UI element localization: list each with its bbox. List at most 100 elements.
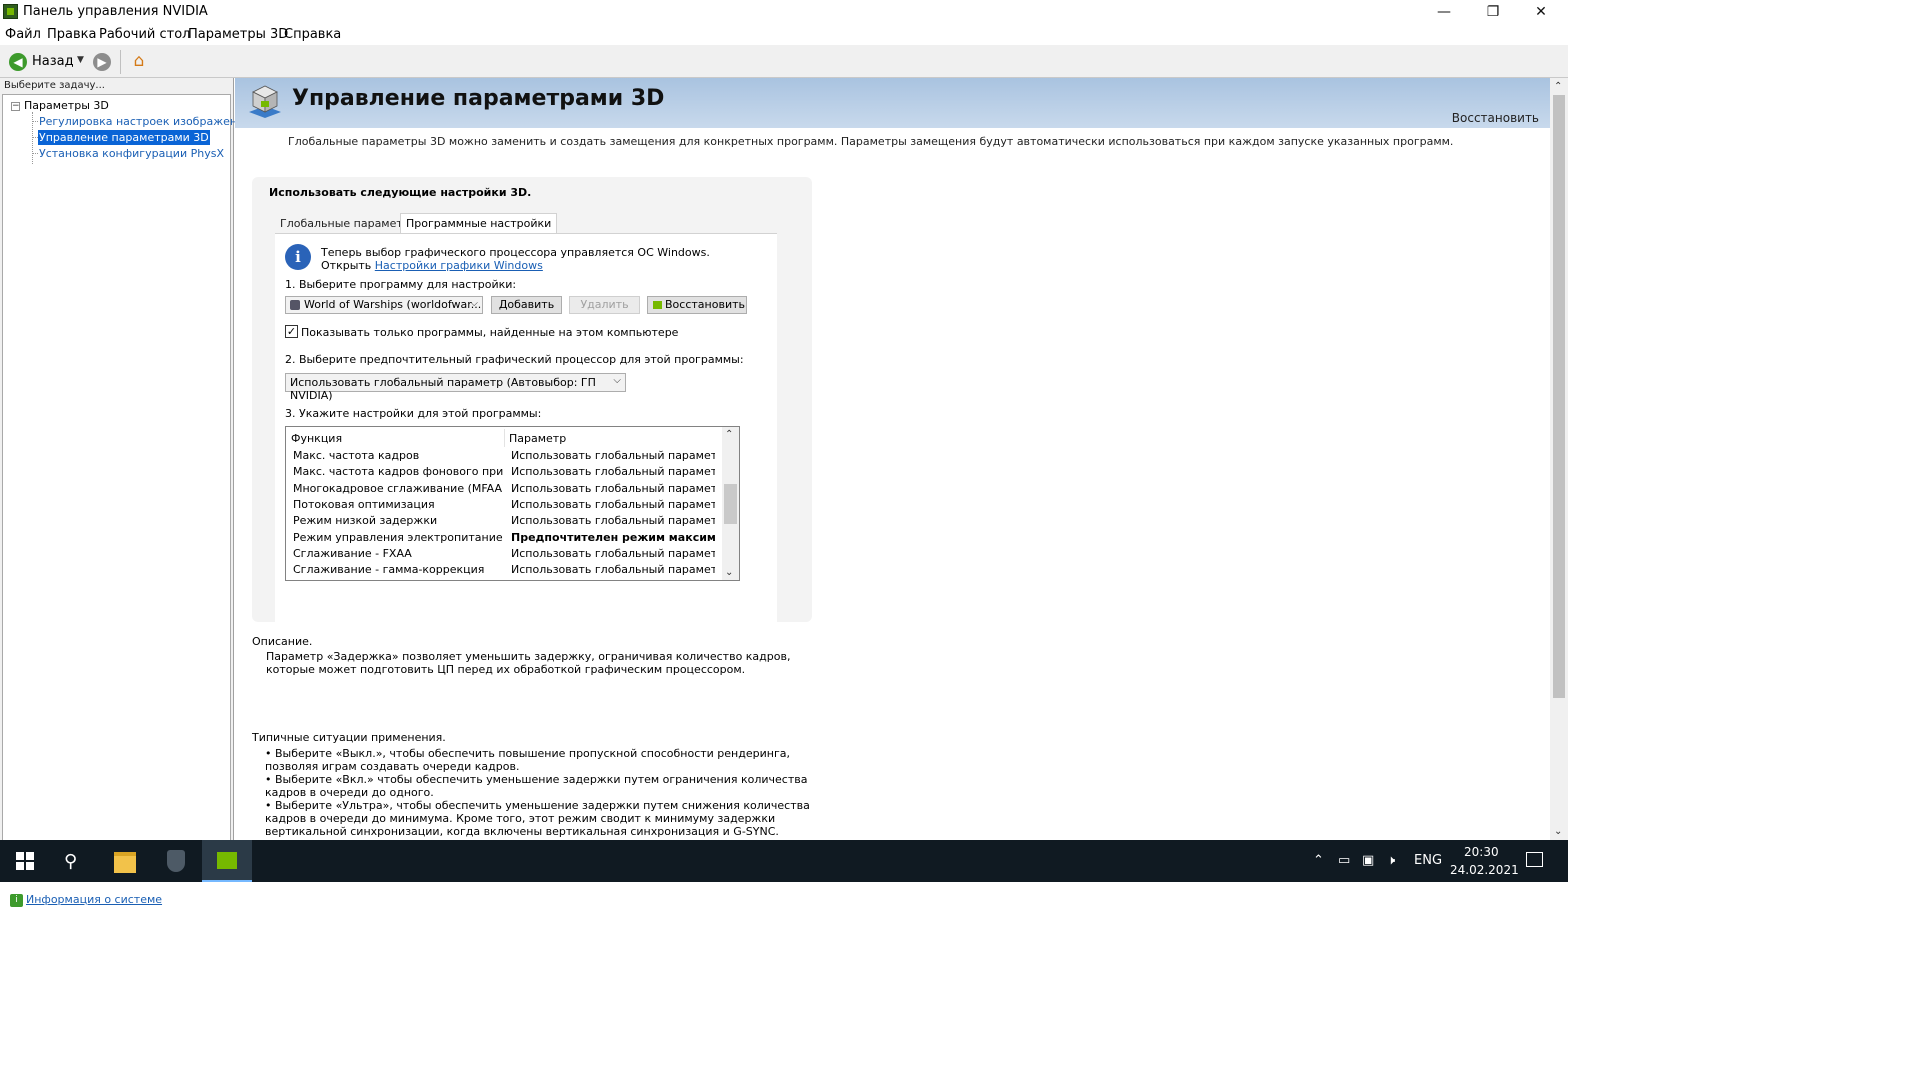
preferred-gpu-value: Использовать глобальный параметр (Автовы… [290,376,596,402]
open-graphics-settings-line: Открыть Настройки графики Windows [321,259,543,272]
system-info-icon: i [10,894,23,907]
menu-desktop[interactable]: Рабочий стол [99,27,190,42]
task-tree: − Параметры 3D Регулировка настроек изоб… [2,94,271,858]
menu-file[interactable]: Файл [5,27,41,42]
tab-program-settings[interactable]: Программные настройки [400,213,558,234]
table-row[interactable]: Режим низкой задержки Использовать глоба… [286,513,724,529]
preferred-gpu-dropdown[interactable]: Использовать глобальный параметр (Автовы… [285,373,626,402]
scroll-up-icon[interactable]: ⌃ [725,429,733,440]
settings-panel: Использовать следующие настройки 3D. Гло… [252,177,812,622]
battery-icon[interactable]: ▭ [1338,853,1350,868]
back-history-dropdown-icon[interactable]: ▼ [77,55,84,65]
table-row[interactable]: Макс. частота кадров фонового прилож... … [286,464,724,480]
restore-program-button[interactable]: Восстановить [647,296,747,314]
back-button-label[interactable]: Назад [32,54,74,69]
system-info-link[interactable]: Информация о системе [26,893,162,906]
tree-root-3d-settings[interactable]: Параметры 3D [24,99,109,112]
back-arrow-icon[interactable]: ◀ [9,53,27,71]
add-program-button[interactable]: Добавить [491,296,562,314]
table-vertical-scrollbar[interactable]: ⌃ ⌄ [722,427,739,580]
scroll-thumb[interactable] [1553,95,1565,698]
volume-icon[interactable]: 🕨 [1387,853,1395,868]
tree-collapse-icon[interactable]: − [11,102,20,111]
scroll-down-icon[interactable]: ⌄ [725,567,733,578]
language-indicator[interactable]: ENG [1414,853,1442,868]
usage-item: • Выберите «Ультра», чтобы обеспечить ум… [265,799,810,838]
minimize-button[interactable]: — [1421,0,1467,24]
table-row[interactable]: Режим управления электропитанием Предпоч… [286,530,724,546]
nvidia-restore-icon [653,301,662,309]
maximize-button[interactable]: ❐ [1470,0,1516,24]
menu-3d-settings[interactable]: Параметры 3D [188,27,288,42]
window-title: Панель управления NVIDIA [23,4,208,19]
menu-help[interactable]: Справка [284,27,341,42]
task-pane-header: Выберите задачу... [4,80,105,91]
step2-label: 2. Выберите предпочтительный графический… [285,353,744,366]
cell-parameter[interactable]: Использовать глобальный параметр (В... [511,547,715,560]
cell-function: Потоковая оптимизация [293,498,435,511]
panel-heading: Использовать следующие настройки 3D. [269,186,532,199]
clock-time[interactable]: 20:30 [1464,845,1499,859]
column-header-function[interactable]: Функция [291,432,342,445]
sidebar-item-manage-3d[interactable]: Управление параметрами 3D [38,130,210,145]
toolbar: ◀ Назад ▼ ▶ ⌂ [0,45,1568,78]
sidebar-item-physx[interactable]: Установка конфигурации PhysX [38,146,225,161]
home-icon[interactable]: ⌂ [129,51,149,71]
restore-program-label: Восстановить [665,298,745,311]
nvidia-control-panel-taskbar-icon[interactable] [202,840,252,882]
menu-edit[interactable]: Правка [47,27,96,42]
gpu-managed-notice: Теперь выбор графического процессора упр… [321,246,710,259]
cell-function: Макс. частота кадров фонового прилож... [293,465,503,478]
windows-start-icon[interactable] [16,852,34,870]
restore-defaults-link[interactable]: Восстановить [1452,111,1539,125]
cell-parameter[interactable]: Использовать глобальный параметр (В... [511,449,715,462]
usage-item: • Выберите «Вкл.» чтобы обеспечить умень… [265,773,808,799]
cell-parameter[interactable]: Использовать глобальный параметр (В... [511,465,715,478]
cell-parameter[interactable]: Предпочтителен режим максимал... [511,531,715,544]
main-vertical-scrollbar[interactable]: ⌃ ⌄ [1550,78,1568,840]
step3-label: 3. Укажите настройки для этой программы: [285,407,542,420]
chevron-down-icon: ⌵ [470,298,478,309]
title-bar: Панель управления NVIDIA — ❐ ✕ [0,0,1568,24]
table-row[interactable]: Многокадровое сглаживание (MFAA) Использ… [286,481,724,497]
scroll-thumb[interactable] [724,484,737,524]
tray-chevron-up-icon[interactable]: ⌃ [1313,853,1324,868]
cell-function: Режим управления электропитанием [293,531,503,544]
notifications-icon[interactable] [1526,852,1543,867]
cell-function: Режим низкой задержки [293,514,438,527]
world-of-warships-icon[interactable] [151,840,201,882]
program-settings-tab-body: i Теперь выбор графического процессора у… [275,233,777,622]
chevron-down-icon: ⌵ [613,375,621,386]
table-row[interactable]: Сглаживание - гамма-коррекция Использова… [286,562,724,578]
cell-parameter[interactable]: Использовать глобальный параметр (В... [511,482,715,495]
cell-function: Макс. частота кадров [293,449,420,462]
scroll-up-icon[interactable]: ⌃ [1554,81,1562,92]
clock-date[interactable]: 24.02.2021 [1450,863,1519,877]
cell-function: Сглаживание - гамма-коррекция [293,563,485,576]
open-prefix: Открыть [321,259,372,272]
cell-parameter[interactable]: Использовать глобальный параметр (В... [511,563,715,576]
scroll-down-icon[interactable]: ⌄ [1554,826,1562,837]
show-only-found-programs-checkbox[interactable]: ✓ [285,325,298,338]
close-button[interactable]: ✕ [1518,0,1564,24]
search-icon[interactable]: ⚲ [64,851,77,872]
column-header-parameter[interactable]: Параметр [509,432,566,445]
table-row[interactable]: Макс. частота кадров Использовать глобал… [286,448,724,464]
usage-item: • Выберите «Выкл.», чтобы обеспечить пов… [265,747,790,773]
show-only-found-programs-label[interactable]: Показывать только программы, найденные н… [301,326,678,339]
table-row[interactable]: Потоковая оптимизация Использовать глоба… [286,497,724,513]
cell-parameter[interactable]: Использовать глобальный параметр (В... [511,514,715,527]
table-row[interactable]: Сглаживание - FXAA Использовать глобальн… [286,546,724,562]
program-selected-value: World of Warships (worldofwar... [304,298,482,311]
network-icon[interactable]: ▣ [1362,853,1374,868]
info-icon: i [285,244,311,270]
remove-program-button[interactable]: Удалить [569,296,640,314]
file-explorer-icon[interactable] [100,840,150,882]
column-divider[interactable] [504,429,505,447]
description-text: Параметр «Задержка» позволяет уменьшить … [266,650,791,676]
nvidia-app-icon [3,4,18,19]
program-dropdown[interactable]: World of Warships (worldofwar... ⌵ [285,296,483,314]
windows-graphics-settings-link[interactable]: Настройки графики Windows [375,259,543,272]
cell-parameter[interactable]: Использовать глобальный параметр (А... [511,498,715,511]
forward-arrow-icon[interactable]: ▶ [93,53,111,71]
